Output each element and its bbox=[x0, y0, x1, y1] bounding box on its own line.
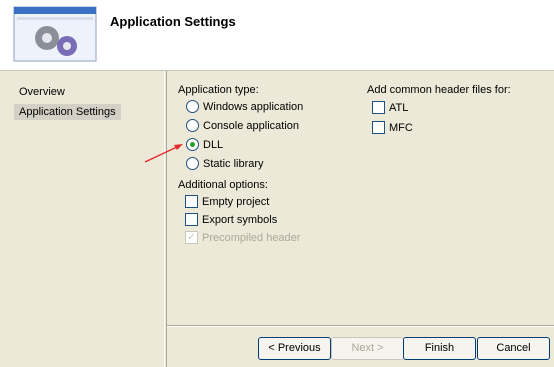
wizard-nav: Overview Application Settings bbox=[0, 71, 165, 367]
checkbox-precompiled-header: ✓ Precompiled header bbox=[185, 230, 301, 245]
button-bar-divider bbox=[167, 325, 554, 327]
checkbox-checked: ✓ bbox=[185, 230, 198, 244]
radio-static-library[interactable]: Static library bbox=[186, 156, 264, 171]
page-title: Application Settings bbox=[110, 14, 236, 29]
radio-windows-application[interactable]: Windows application bbox=[186, 99, 304, 114]
checkbox-label: ATL bbox=[389, 102, 409, 114]
checkbox-atl[interactable]: ATL bbox=[372, 100, 409, 115]
checkbox-empty-project[interactable]: Empty project bbox=[185, 194, 270, 209]
nav-item-overview[interactable]: Overview bbox=[14, 84, 70, 100]
radio-label: Windows application bbox=[203, 101, 304, 113]
checkbox[interactable] bbox=[372, 100, 385, 114]
checkbox-label: Empty project bbox=[202, 196, 270, 208]
radio-button[interactable] bbox=[186, 156, 199, 170]
radio-label: Static library bbox=[203, 158, 264, 170]
radio-dll[interactable]: DLL bbox=[186, 137, 224, 152]
annotation-arrow-icon bbox=[144, 144, 183, 163]
radio-button[interactable] bbox=[186, 137, 199, 151]
checkbox-label: Precompiled header bbox=[202, 232, 301, 244]
checkbox[interactable] bbox=[185, 212, 198, 226]
next-button: Next > bbox=[331, 337, 404, 360]
common-headers-label: Add common header files for: bbox=[367, 84, 511, 96]
checkbox-export-symbols[interactable]: Export symbols bbox=[185, 212, 278, 227]
settings-panel: Application type: Windows application Co… bbox=[166, 71, 554, 367]
checkbox[interactable] bbox=[185, 194, 198, 208]
radio-button[interactable] bbox=[186, 118, 199, 132]
checkbox-label: MFC bbox=[389, 122, 413, 134]
checkbox[interactable] bbox=[372, 120, 385, 134]
radio-label: Console application bbox=[203, 120, 300, 132]
radio-label: DLL bbox=[203, 139, 224, 151]
finish-button[interactable]: Finish bbox=[403, 337, 476, 360]
radio-button[interactable] bbox=[186, 99, 199, 113]
previous-button[interactable]: < Previous bbox=[258, 337, 331, 360]
checkbox-mfc[interactable]: MFC bbox=[372, 120, 413, 135]
nav-item-application-settings[interactable]: Application Settings bbox=[14, 104, 121, 120]
wizard-header: Application Settings bbox=[0, 0, 554, 71]
settings-gears-icon bbox=[13, 6, 97, 62]
application-type-label: Application type: bbox=[178, 84, 259, 96]
radio-console-application[interactable]: Console application bbox=[186, 118, 300, 133]
cancel-button[interactable]: Cancel bbox=[477, 337, 550, 360]
additional-options-label: Additional options: bbox=[178, 179, 268, 191]
checkbox-label: Export symbols bbox=[202, 214, 278, 226]
